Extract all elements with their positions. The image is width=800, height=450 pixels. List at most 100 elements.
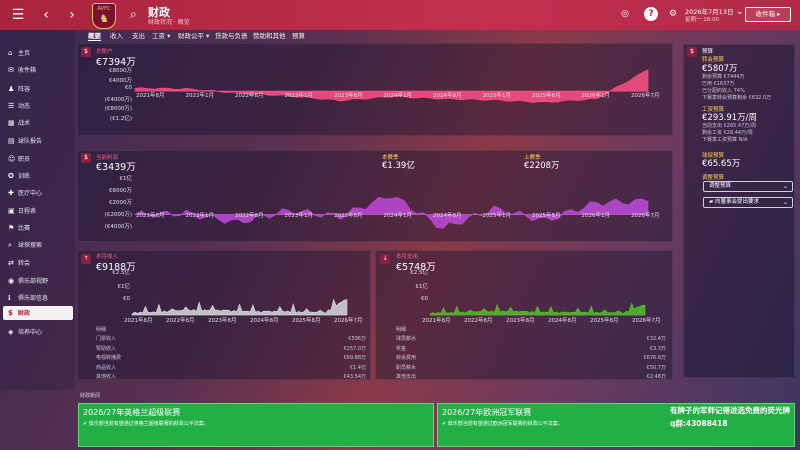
- sidebar-item[interactable]: ✚ 医疗中心: [3, 186, 73, 200]
- forward-arrow-icon[interactable]: ›: [62, 5, 82, 25]
- x-tick-label: 2023年8月: [208, 318, 237, 324]
- sidebar-icon: ◉: [8, 277, 15, 285]
- x-tick-label: 2022年8月: [235, 213, 264, 219]
- y-tick-label: €6000万: [109, 188, 132, 194]
- breakdown-value: €596万: [348, 336, 366, 342]
- transfer-budget-detail: 剩余预算 €7444万: [702, 74, 745, 80]
- x-tick-label: 2021年8月: [422, 318, 451, 324]
- adjust-budget-button[interactable]: 调整预算 ⌄: [703, 181, 793, 192]
- help-icon[interactable]: ?: [644, 7, 658, 21]
- tab[interactable]: 收入: [110, 31, 123, 41]
- club-crest[interactable]: AVFC ♞: [92, 3, 116, 29]
- sidebar-item[interactable]: $ 财政: [3, 306, 73, 320]
- stream-overlay-text: 有牌子的军师记得进选免费的荧光牌: [670, 406, 790, 415]
- tab[interactable]: 预算: [292, 31, 305, 41]
- tab[interactable]: 支出: [132, 31, 145, 41]
- tab[interactable]: 工资 ▾: [152, 31, 170, 41]
- x-tick-label: 2022年1月: [185, 93, 215, 99]
- sidebar-icon: ♟: [8, 85, 15, 93]
- sidebar-item-label: 收件箱: [18, 67, 37, 74]
- continue-button[interactable]: 收件箱 ▸: [745, 7, 791, 22]
- sidebar-item[interactable]: ⚑ 比赛: [3, 221, 73, 235]
- sidebar-item[interactable]: ⌂ 主页: [3, 46, 73, 60]
- breakdown-value: €43.54万: [343, 374, 367, 380]
- sidebar-item[interactable]: ℹ 俱乐部信息: [3, 291, 73, 305]
- y-tick-label: €0: [123, 296, 130, 302]
- x-tick-label: 2023年8月: [506, 318, 535, 324]
- gear-icon[interactable]: ⚙: [666, 7, 680, 21]
- sidebar-item-label: 培养中心: [18, 329, 43, 336]
- x-tick-label: 2022年8月: [464, 318, 493, 324]
- arrow-up-icon: ↑: [81, 254, 91, 264]
- sidebar-icon: ✪: [8, 172, 14, 180]
- sidebar-item-label: 战术: [18, 120, 31, 127]
- request-board-button[interactable]: ▰ 向董事会提出要求 ⌄: [703, 197, 793, 208]
- expense-chart[interactable]: [429, 273, 646, 316]
- sidebar-icon: ⌂: [8, 49, 13, 57]
- tab[interactable]: 财政公平 ▾: [178, 31, 209, 41]
- sidebar-icon: ℹ: [8, 294, 11, 302]
- sidebar-item[interactable]: ✪ 训练: [3, 169, 73, 183]
- profit-chart[interactable]: [134, 176, 649, 230]
- expense-rows-header: 明细: [396, 327, 407, 333]
- back-arrow-icon[interactable]: ‹: [36, 5, 56, 25]
- sidebar-item[interactable]: ◉ 俱乐部视野: [3, 274, 73, 288]
- x-tick-label: 2023年8月: [334, 93, 363, 99]
- y-tick-label: (€1.2亿): [109, 115, 132, 122]
- sidebar-item[interactable]: ▦ 战术: [3, 116, 73, 130]
- sidebar-item[interactable]: ⌕ 球探搜索: [3, 238, 73, 252]
- breakdown-label: 赞助收入: [96, 345, 117, 352]
- sidebar-item-label: 转会: [18, 260, 31, 267]
- sidebar-item[interactable]: ✉ 收件箱: [3, 63, 73, 77]
- tab[interactable]: 贷款与负债: [215, 31, 248, 41]
- breakdown-value: €3.3万: [649, 345, 666, 352]
- sidebar-item-label: 俱乐部视野: [18, 278, 49, 285]
- breakdown-label: 奖金: [396, 345, 407, 352]
- sidebar-item-label: 球探搜索: [18, 242, 43, 249]
- adjust-budget-button-label: 调整预算: [709, 183, 732, 189]
- tab[interactable]: 概要: [88, 31, 101, 41]
- stream-overlay-qq: q群:43088418: [670, 419, 728, 428]
- y-tick-label: (€8000万): [104, 106, 132, 112]
- x-tick-label: 2026年1月: [581, 213, 611, 219]
- search-icon[interactable]: ⌕: [130, 7, 137, 22]
- news-card-epl[interactable]: 2026/27年英格兰超级联赛 ✔ 俱乐部当前有望通过英格兰超级联赛的财政公平法…: [78, 403, 434, 447]
- breakdown-label: 其他支出: [396, 374, 417, 380]
- sidebar-item[interactable]: ☰ 动态: [3, 99, 73, 113]
- sidebar-item[interactable]: ☺ 职员: [3, 152, 73, 166]
- sidebar-item-label: 俱乐部信息: [18, 295, 49, 302]
- money-icon: $: [81, 47, 91, 57]
- sidebar-item-label: 日程表: [18, 208, 37, 215]
- sidebar-item[interactable]: ▣ 日程表: [3, 204, 73, 218]
- y-tick-label: €4000万: [109, 77, 132, 84]
- profit-icon: $: [81, 153, 91, 163]
- x-tick-label: 2021年8月: [136, 93, 165, 99]
- back-icon[interactable]: ☰: [8, 5, 28, 25]
- breakdown-value: €1.4亿: [349, 364, 366, 371]
- sidebar-icon: ▦: [8, 119, 15, 127]
- sidebar-item[interactable]: ▤ 球队报告: [3, 134, 73, 148]
- page-subtitle[interactable]: 财政状况 · 概览: [148, 17, 190, 26]
- sidebar-icon: ⇄: [8, 259, 14, 267]
- tab[interactable]: 赞助和其他: [253, 31, 286, 41]
- sidebar-item[interactable]: ◈ 培养中心: [3, 325, 73, 339]
- sidebar-item[interactable]: ♟ 阵容: [3, 82, 73, 96]
- x-tick-label: 2025年8月: [532, 93, 561, 99]
- y-tick-label: (€4000万): [104, 96, 132, 103]
- adjust-budget-label: 调整预算: [702, 175, 725, 181]
- income-rows-header: 明细: [96, 327, 107, 333]
- transfer-budget-detail: 下赛季转会预算剩余 €632.0万: [702, 95, 772, 101]
- transfer-budget-detail: 已用 €1637万: [702, 81, 735, 87]
- sidebar-item[interactable]: ⇄ 转会: [3, 256, 73, 270]
- news-body-text: 俱乐部当前有望通过欧洲冠军联赛的财政公平法案。: [447, 421, 563, 427]
- scouting-budget-value: €65.65万: [702, 159, 741, 169]
- breakdown-value: €2.48万: [646, 374, 666, 380]
- income-chart[interactable]: [131, 273, 348, 316]
- x-tick-label: 2023年8月: [334, 213, 363, 219]
- ball-icon[interactable]: ◎: [618, 7, 632, 21]
- series-area-income: [131, 298, 348, 316]
- sidebar-item-label: 比赛: [18, 225, 31, 232]
- sidebar-item-label: 训练: [18, 173, 31, 180]
- y-tick-label: €0: [125, 85, 132, 91]
- chevron-down-icon[interactable]: ⌄: [736, 7, 744, 17]
